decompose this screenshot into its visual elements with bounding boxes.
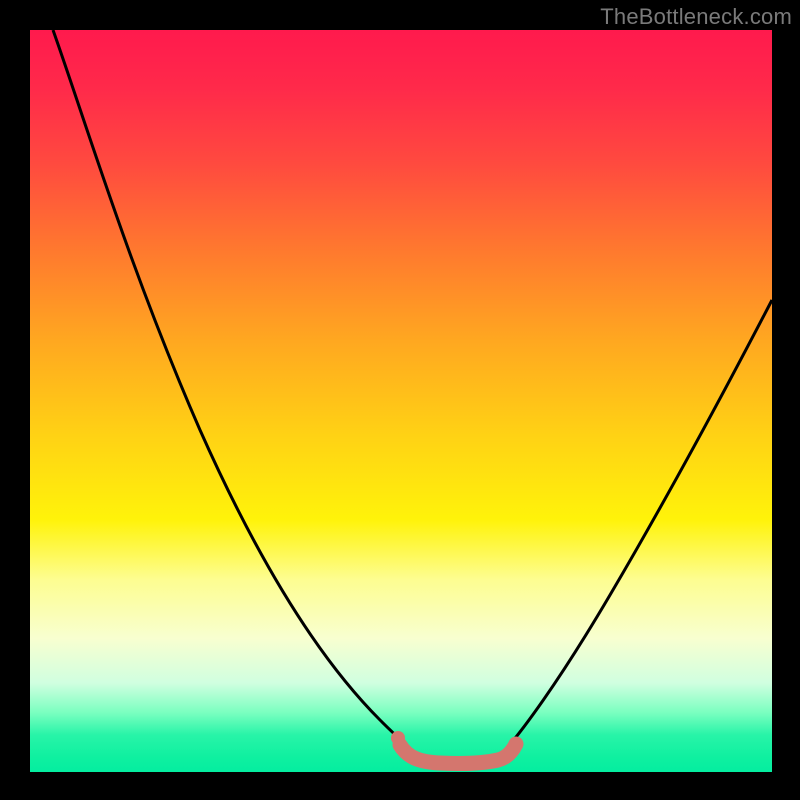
watermark-text: TheBottleneck.com	[600, 4, 792, 30]
chart-plot-area	[30, 30, 772, 772]
